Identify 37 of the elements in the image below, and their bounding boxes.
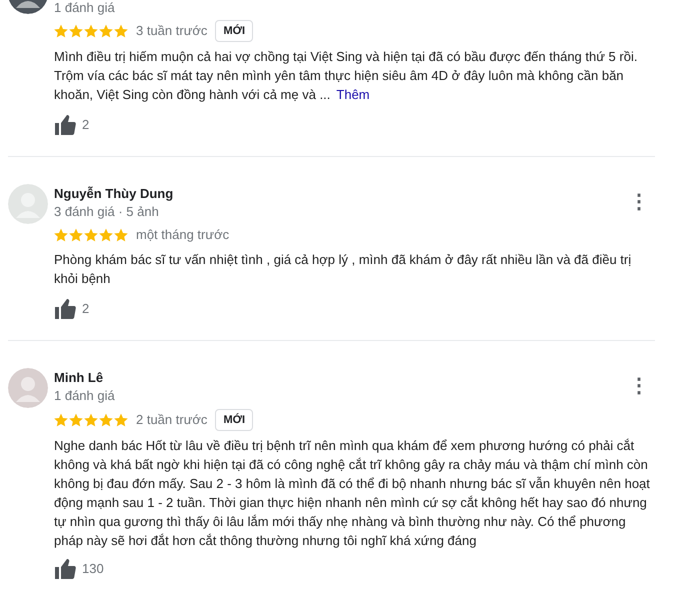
star-icon	[114, 228, 128, 242]
star-icon	[69, 228, 83, 242]
review-time: một tháng trước	[136, 226, 230, 244]
star-icon	[84, 228, 98, 242]
more-options-button[interactable]: ⋮	[623, 376, 655, 396]
star-icon	[84, 412, 98, 426]
star-icon	[99, 228, 113, 242]
new-badge: MỚI	[215, 408, 254, 430]
like-button[interactable]: 2	[54, 298, 90, 320]
review-time: 2 tuần trước	[136, 410, 208, 429]
reviewer-meta: 3 đánh giá · 5 ảnh	[54, 204, 160, 220]
more-link[interactable]: Thêm	[336, 87, 370, 102]
star-icon	[114, 24, 128, 38]
star-icon	[69, 24, 83, 38]
thumbs-up-icon	[54, 558, 76, 580]
star-icon	[54, 24, 68, 38]
star-icon	[84, 24, 98, 38]
star-icon	[99, 24, 113, 38]
review-time: 3 tuần trước	[136, 22, 208, 40]
reviewer-name[interactable]: Minh Lê	[54, 368, 623, 388]
new-badge: MỚI	[215, 20, 254, 42]
reviewer-meta: 1 đánh giá	[54, 388, 116, 404]
star-icon	[99, 412, 113, 426]
reviewer-name[interactable]: Nguyễn Thùy Dung	[54, 184, 623, 204]
reviewer-meta: 1 đánh giá	[54, 0, 116, 16]
like-button[interactable]: 2	[54, 114, 90, 136]
thumbs-up-icon	[54, 298, 76, 320]
thumbs-up-icon	[54, 114, 76, 136]
star-icon	[114, 412, 128, 426]
star-icon	[54, 228, 68, 242]
review-text: Phòng khám bác sĩ tư vấn nhiệt tình , giá cả hợp lý , mình đã khám ở đây rất nhiều lần và đã điều trị khỏi bệnh	[54, 250, 632, 288]
star-icon	[54, 412, 68, 426]
more-options-button[interactable]: ⋮	[623, 192, 655, 212]
review-text: Mình điều trị hiếm muộn cả hai vợ chồng tại Việt Sing và hiện tại đã có bầu được đến tháng thứ 5 rồi. Trộm vía các bác sĩ mát tay nên mình yên tâm thực hiện siêu âm 4D ở đây luôn mà không cần băn khoăn, Việt Sing còn đồng hành với cả mẹ và ... Thêm	[54, 48, 638, 104]
like-button[interactable]: 130	[54, 558, 104, 580]
review-text: Nghe danh bác Hốt từ lâu về điều trị bệnh trĩ nên mình qua khám để xem phương hướng có phải cắt không và khá bất ngờ khi hiện tại đã có công nghệ cắt trĩ không gây ra chảy máu và thậm chí mình còn không bị đau đớn mấy. Sau 2 - 3 hôm là mình đã có thể đi bộ nhanh nhưng bác sĩ vẫn khuyên nên hoạt động mạnh sau 1 - 2 tuần. Thời gian thực hiện nhanh nên mình cứ sợ cắt không hết hay sao đó nhưng tự nhìn qua gương thì thấy ôi lâu lắm mới thấy nhẹ nhàng và bình thường như này. Có thể phương pháp này sẽ hơi đắt hơn cắt thông thường nhưng tôi nghĩ khá xứng đáng	[54, 436, 651, 550]
star-icon	[69, 412, 83, 426]
